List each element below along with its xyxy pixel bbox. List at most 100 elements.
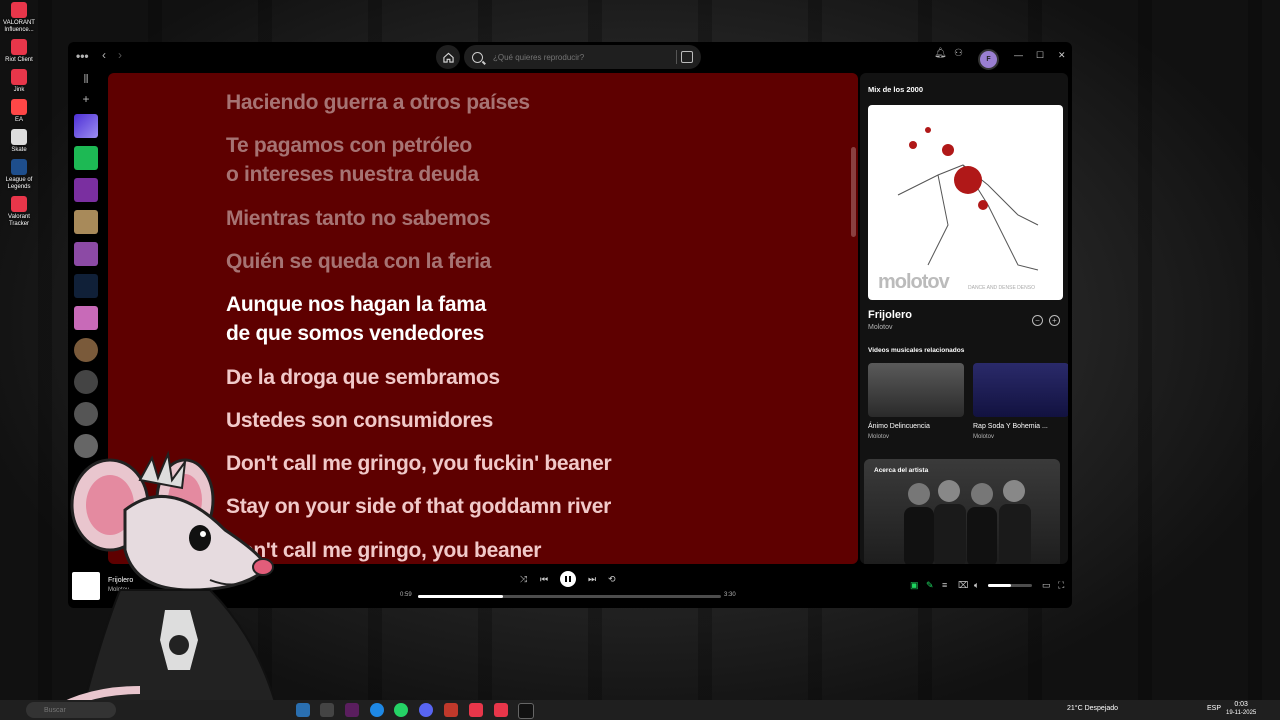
discord-icon[interactable] [419, 703, 433, 717]
clock-date: 19-11-2025 [1226, 710, 1257, 716]
progress-bar[interactable] [418, 595, 721, 598]
desktop-icon-label: League of Legends [5, 177, 33, 190]
riot-icon[interactable] [469, 703, 483, 717]
taskbar-app-icon[interactable] [444, 703, 458, 717]
friends-icon[interactable]: ⚇ [954, 48, 963, 59]
now-playing-view-icon[interactable]: ▣ [910, 580, 919, 591]
mini-player-icon[interactable]: ▭ [1042, 580, 1051, 591]
about-artist-card[interactable]: Acerca del artista [864, 459, 1060, 564]
video-title[interactable]: Rap Soda Y Bohemia ... [973, 423, 1048, 430]
search-icon [472, 51, 483, 63]
pause-button[interactable] [560, 571, 576, 587]
app-icon [11, 129, 27, 145]
video-artist[interactable]: Molotov [973, 434, 994, 440]
lyric-line[interactable]: o intereses nuestra deuda [226, 160, 479, 189]
bell-icon[interactable]: 🔔︎ [934, 48, 947, 59]
desktop-icon[interactable]: EA [2, 99, 36, 124]
avatar[interactable]: F [978, 49, 999, 70]
lyric-line[interactable]: de que somos vendedores [226, 319, 484, 348]
track-title[interactable]: Frijolero [868, 309, 912, 321]
add-icon[interactable]: + [72, 92, 100, 114]
desktop-icon-label: Jink [13, 87, 25, 93]
shuffle-icon[interactable]: ⤨ [520, 574, 527, 585]
library-item[interactable] [74, 178, 98, 202]
weather-text: 21°C Despejado [1067, 705, 1119, 712]
video-artist[interactable]: Molotov [868, 434, 889, 440]
previous-icon[interactable]: ⏮︎ [540, 574, 548, 585]
volume-icon[interactable]: 🔈︎ [974, 580, 979, 591]
library-item[interactable] [74, 210, 98, 234]
cover-subtitle: DANCE AND DENSE DENSO [968, 285, 1035, 291]
video-thumbnail[interactable] [868, 363, 964, 417]
elapsed-time: 0:59 [400, 592, 412, 598]
search-bar[interactable] [464, 45, 701, 69]
desktop-icon-label: Valorant Tracker [8, 214, 30, 227]
minimize-icon[interactable]: — [1014, 50, 1023, 60]
maximize-icon[interactable]: ☐ [1036, 50, 1044, 61]
volume-slider[interactable] [988, 584, 1032, 587]
desktop-icon[interactable]: Skate [2, 129, 36, 154]
track-artist[interactable]: Molotov [868, 324, 893, 331]
close-icon[interactable]: ✕ [1058, 50, 1066, 61]
remove-icon[interactable]: − [1032, 315, 1043, 326]
valorant-icon[interactable] [494, 703, 508, 717]
library-item-saved-episodes[interactable] [74, 146, 98, 170]
library-item[interactable] [74, 402, 98, 426]
taskbar-search-input[interactable] [42, 705, 106, 715]
library-item[interactable] [74, 338, 98, 362]
spotify-taskbar-icon[interactable] [518, 703, 534, 719]
windows-taskbar: 21°C Despejado ESP 0:03 19-11-2025 [0, 700, 1280, 720]
desktop-icon[interactable]: Riot Client [2, 39, 36, 64]
queue-icon[interactable]: ≡ [942, 580, 947, 590]
fullscreen-icon[interactable]: ⛶ [1058, 580, 1064, 591]
lyric-line[interactable]: Aunque nos hagan la fama [226, 290, 486, 319]
panel-header[interactable]: Mix de los 2000 [868, 85, 923, 94]
lyric-line[interactable]: De la droga que sembramos [226, 363, 500, 392]
language-indicator[interactable]: ESP [1207, 705, 1221, 712]
library-item[interactable] [74, 242, 98, 266]
desktop-icon-label: Riot Client [5, 57, 33, 63]
desktop-icons: VALORANT Influence... Riot Client Jink EA Sk… [2, 2, 36, 233]
lyrics-scrollbar[interactable] [851, 147, 856, 237]
whatsapp-icon[interactable] [394, 703, 408, 717]
lyrics-icon[interactable]: ✎ [926, 580, 934, 591]
lyric-line[interactable]: Mientras tanto no sabemos [226, 204, 491, 233]
library-item[interactable] [74, 274, 98, 298]
desktop-icon[interactable]: League of Legends [2, 159, 36, 191]
video-thumbnail[interactable] [973, 363, 1068, 417]
home-icon [442, 52, 454, 63]
back-icon[interactable]: ‹ [102, 48, 106, 62]
add-icon[interactable]: + [1049, 315, 1060, 326]
forward-icon[interactable]: › [118, 48, 122, 62]
clock[interactable]: 0:03 19-11-2025 [1226, 701, 1256, 717]
desktop-icon[interactable]: Valorant Tracker [2, 196, 36, 228]
related-header: Videos musicales relacionados [868, 347, 965, 354]
browse-icon[interactable] [681, 51, 693, 63]
library-item-liked-songs[interactable] [74, 114, 98, 138]
desktop-icon-label: Skate [11, 147, 27, 153]
taskbar-app-icon[interactable] [345, 703, 359, 717]
menu-icon[interactable]: ••• [76, 49, 89, 63]
desktop-icon[interactable]: Jink [2, 69, 36, 94]
library-item[interactable] [74, 370, 98, 394]
library-item[interactable] [74, 306, 98, 330]
video-title[interactable]: Ánimo Delincuencia [868, 423, 930, 430]
home-button[interactable] [436, 45, 460, 69]
progress-fill [418, 595, 503, 598]
lyric-line[interactable]: Quién se queda con la feria [226, 247, 491, 276]
library-icon[interactable]: ⫼ [72, 74, 100, 92]
taskbar-app-icon[interactable] [320, 703, 334, 717]
artist-photo [904, 480, 1031, 564]
steam-icon[interactable] [296, 703, 310, 717]
devices-icon[interactable]: ⌧ [958, 580, 968, 591]
lyric-line[interactable]: Haciendo guerra a otros países [226, 88, 530, 117]
search-input[interactable] [491, 51, 665, 63]
lyric-line[interactable]: Ustedes son consumidores [226, 406, 493, 435]
chrome-icon[interactable] [370, 703, 384, 717]
lyric-line[interactable]: Te pagamos con petróleo [226, 131, 472, 160]
taskbar-search[interactable] [26, 702, 116, 718]
desktop-icon[interactable]: VALORANT Influence... [2, 2, 36, 34]
repeat-icon[interactable]: ⟲ [608, 574, 616, 585]
weather-widget[interactable]: 21°C Despejado [1055, 705, 1118, 712]
next-icon[interactable]: ⏭︎ [588, 574, 596, 585]
